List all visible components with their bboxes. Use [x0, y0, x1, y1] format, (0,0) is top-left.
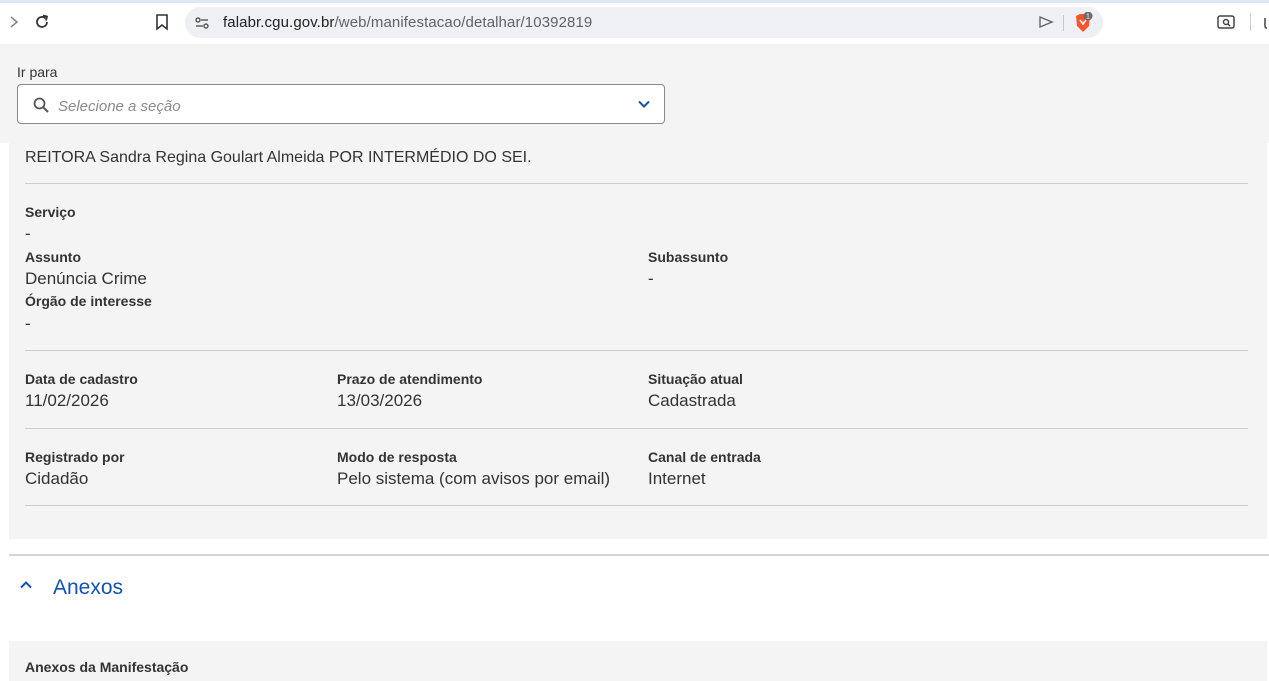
registrado-label: Registrado por	[25, 449, 125, 465]
servico-label: Serviço	[25, 204, 76, 220]
goto-section: Ir para Selecione a seção	[0, 44, 1269, 143]
divider	[25, 505, 1248, 506]
situacao-label: Situação atual	[648, 371, 743, 387]
prazo-label: Prazo de atendimento	[337, 371, 483, 387]
prazo-value: 13/03/2026	[337, 391, 423, 410]
section-select-placeholder: Selecione a seção	[58, 98, 181, 115]
search-icon	[32, 96, 50, 114]
bookmark-icon[interactable]	[150, 10, 174, 34]
site-info-icon[interactable]	[193, 14, 211, 32]
url-text[interactable]: falabr.cgu.gov.br/web/manifestacao/detal…	[223, 14, 592, 31]
assunto-value: Denúncia Crime	[25, 269, 147, 288]
details-card: REITORA Sandra Regina Goulart Almeida PO…	[9, 143, 1267, 539]
situacao-value: Cadastrada	[648, 391, 736, 410]
brave-shields-icon[interactable]: 1	[1073, 11, 1093, 34]
data-cadastro-label: Data de cadastro	[25, 371, 138, 387]
data-cadastro-value: 11/02/2026	[25, 391, 109, 410]
section-divider	[9, 554, 1269, 556]
browser-toolbar: falabr.cgu.gov.br/web/manifestacao/detal…	[0, 0, 1269, 44]
divider	[25, 183, 1248, 184]
divider	[25, 428, 1248, 429]
brave-badge-count: 1	[1086, 14, 1090, 21]
chevron-down-icon[interactable]	[636, 96, 652, 112]
assunto-label: Assunto	[25, 249, 81, 265]
anexos-toggle[interactable]: Anexos	[0, 568, 400, 608]
section-select[interactable]: Selecione a seção	[17, 84, 665, 124]
anexos-card: Anexos da Manifestação	[9, 641, 1267, 681]
toolbar-separator	[1250, 13, 1251, 31]
address-bar[interactable]: falabr.cgu.gov.br/web/manifestacao/detal…	[185, 7, 1103, 38]
url-host: falabr.cgu.gov.br	[223, 14, 335, 31]
subassunto-value: -	[648, 269, 654, 288]
subassunto-label: Subassunto	[648, 249, 729, 265]
modo-label: Modo de resposta	[337, 449, 457, 465]
url-path: /web/manifestacao/detalhar/10392819	[334, 14, 593, 31]
registrado-value: Cidadão	[25, 469, 89, 488]
intro-text: REITORA Sandra Regina Goulart Almeida PO…	[25, 149, 532, 166]
canal-label: Canal de entrada	[648, 449, 761, 465]
reload-icon[interactable]	[30, 10, 54, 34]
divider	[25, 350, 1248, 351]
goto-label: Ir para	[17, 64, 58, 80]
anexos-subtitle: Anexos da Manifestação	[25, 659, 189, 675]
url-separator	[1063, 15, 1064, 31]
modo-value: Pelo sistema (com avisos por email)	[337, 469, 611, 488]
canal-value: Internet	[648, 469, 706, 488]
chevron-up-icon[interactable]	[18, 577, 34, 593]
anexos-title[interactable]: Anexos	[53, 576, 123, 600]
orgao-value: -	[25, 314, 31, 333]
tab-strip-edge	[0, 0, 1269, 3]
servico-value: -	[25, 224, 31, 243]
page-content: Ir para Selecione a seção REITORA Sandra…	[0, 44, 1269, 681]
extensions-icon[interactable]	[1263, 12, 1269, 32]
screenshot-icon[interactable]	[1216, 12, 1236, 32]
send-to-device-icon[interactable]	[1037, 13, 1055, 31]
orgao-label: Órgão de interesse	[25, 293, 152, 309]
forward-icon[interactable]	[2, 10, 26, 34]
